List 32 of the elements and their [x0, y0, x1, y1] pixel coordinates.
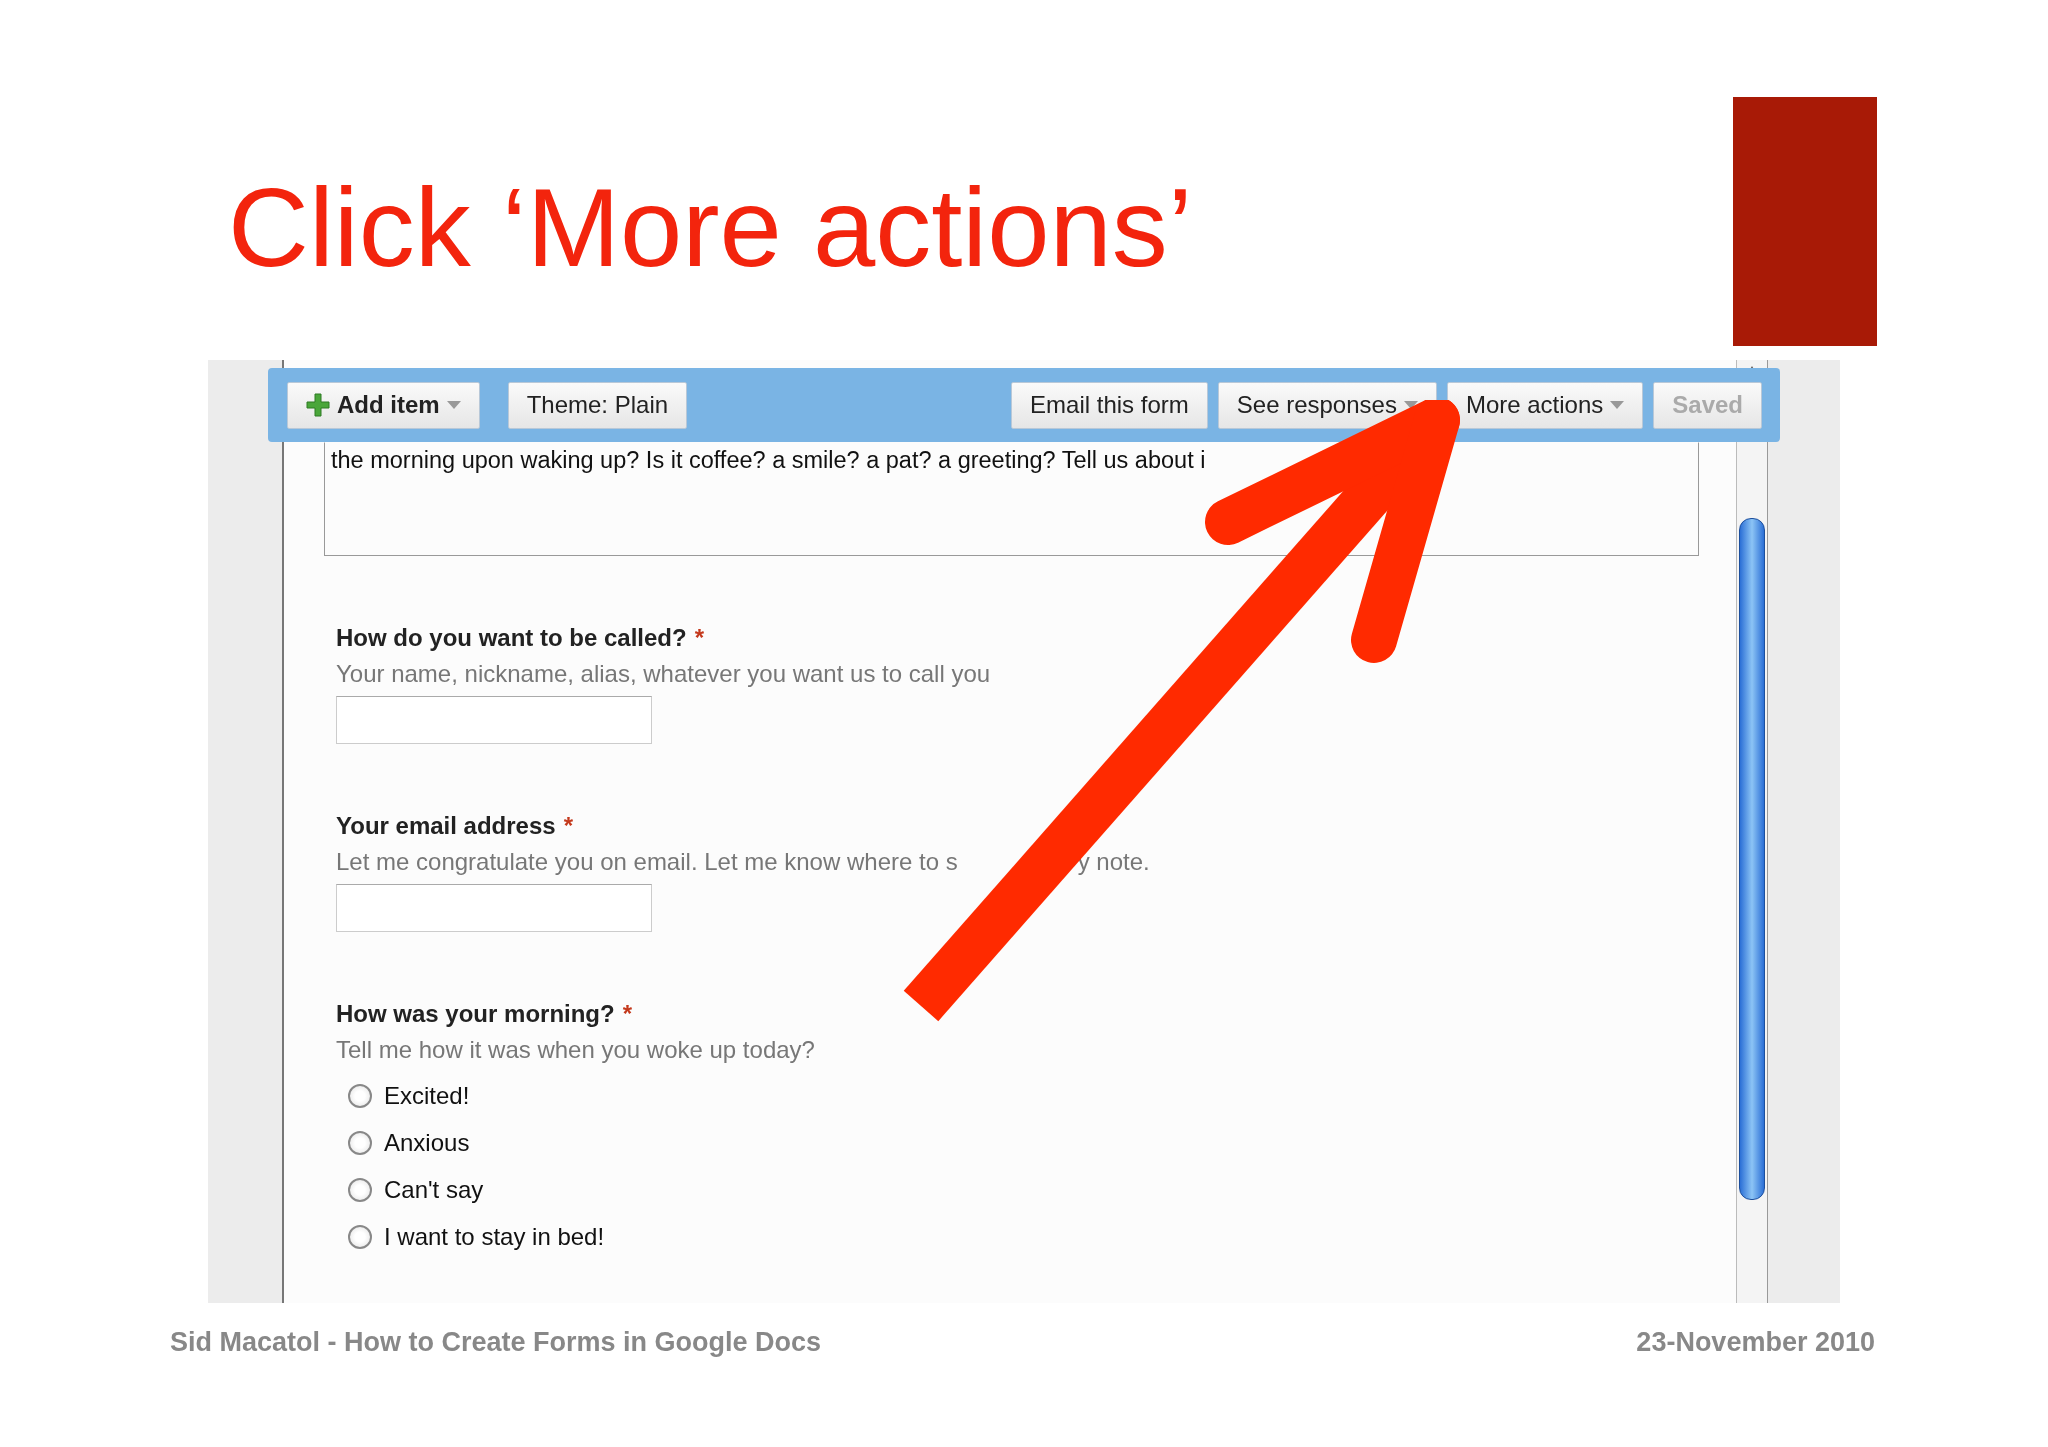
- answer-field[interactable]: [336, 884, 652, 932]
- toolbar-button[interactable]: Add item: [287, 381, 480, 429]
- radio-button[interactable]: [348, 1177, 372, 1202]
- required-mark: *: [622, 1000, 633, 1028]
- question-help: Let me congratulate you on email. Let me know where to s: [336, 848, 958, 876]
- toolbar-button[interactable]: Theme: Plain: [507, 381, 688, 429]
- toolbar-button[interactable]: More actions: [1446, 381, 1644, 429]
- option-label: I want to stay in bed!: [384, 1222, 605, 1251]
- answer-field[interactable]: [336, 696, 652, 744]
- description-text: the morning upon waking up? Is it coffee? a smile? a pat? a greeting? Tell us about i: [331, 446, 1206, 474]
- question-help: Your name, nickname, alias, whatever you want us to call you: [336, 660, 991, 688]
- option-label: Excited!: [384, 1081, 470, 1110]
- option-label: Can't say: [384, 1175, 484, 1204]
- slide-title: Click ‘More actions’: [228, 172, 1193, 284]
- radio-button[interactable]: [348, 1083, 372, 1108]
- question-title: How was your morning?: [336, 1000, 615, 1028]
- caret-icon: [1403, 401, 1418, 409]
- required-mark: *: [694, 624, 705, 652]
- question-title: How do you want to be called?: [336, 624, 687, 652]
- footer-date: 23-November 2010: [1636, 1327, 1875, 1358]
- required-mark: *: [563, 812, 573, 840]
- question-title: Your email address: [336, 812, 556, 840]
- caret-icon: [1610, 401, 1625, 409]
- footer-text: Sid Macatol - How to Create Forms in Google Docs: [170, 1327, 822, 1358]
- question-help: Tell me how it was when you woke up today?: [336, 1036, 815, 1064]
- toolbar-button[interactable]: Email this form: [1011, 381, 1208, 429]
- scroll-thumb[interactable]: [1739, 518, 1765, 1200]
- caret-icon: [446, 401, 461, 409]
- option-label: Anxious: [384, 1128, 470, 1157]
- radio-button[interactable]: [348, 1224, 372, 1249]
- radio-button[interactable]: [348, 1130, 372, 1155]
- plus-icon: [306, 393, 330, 417]
